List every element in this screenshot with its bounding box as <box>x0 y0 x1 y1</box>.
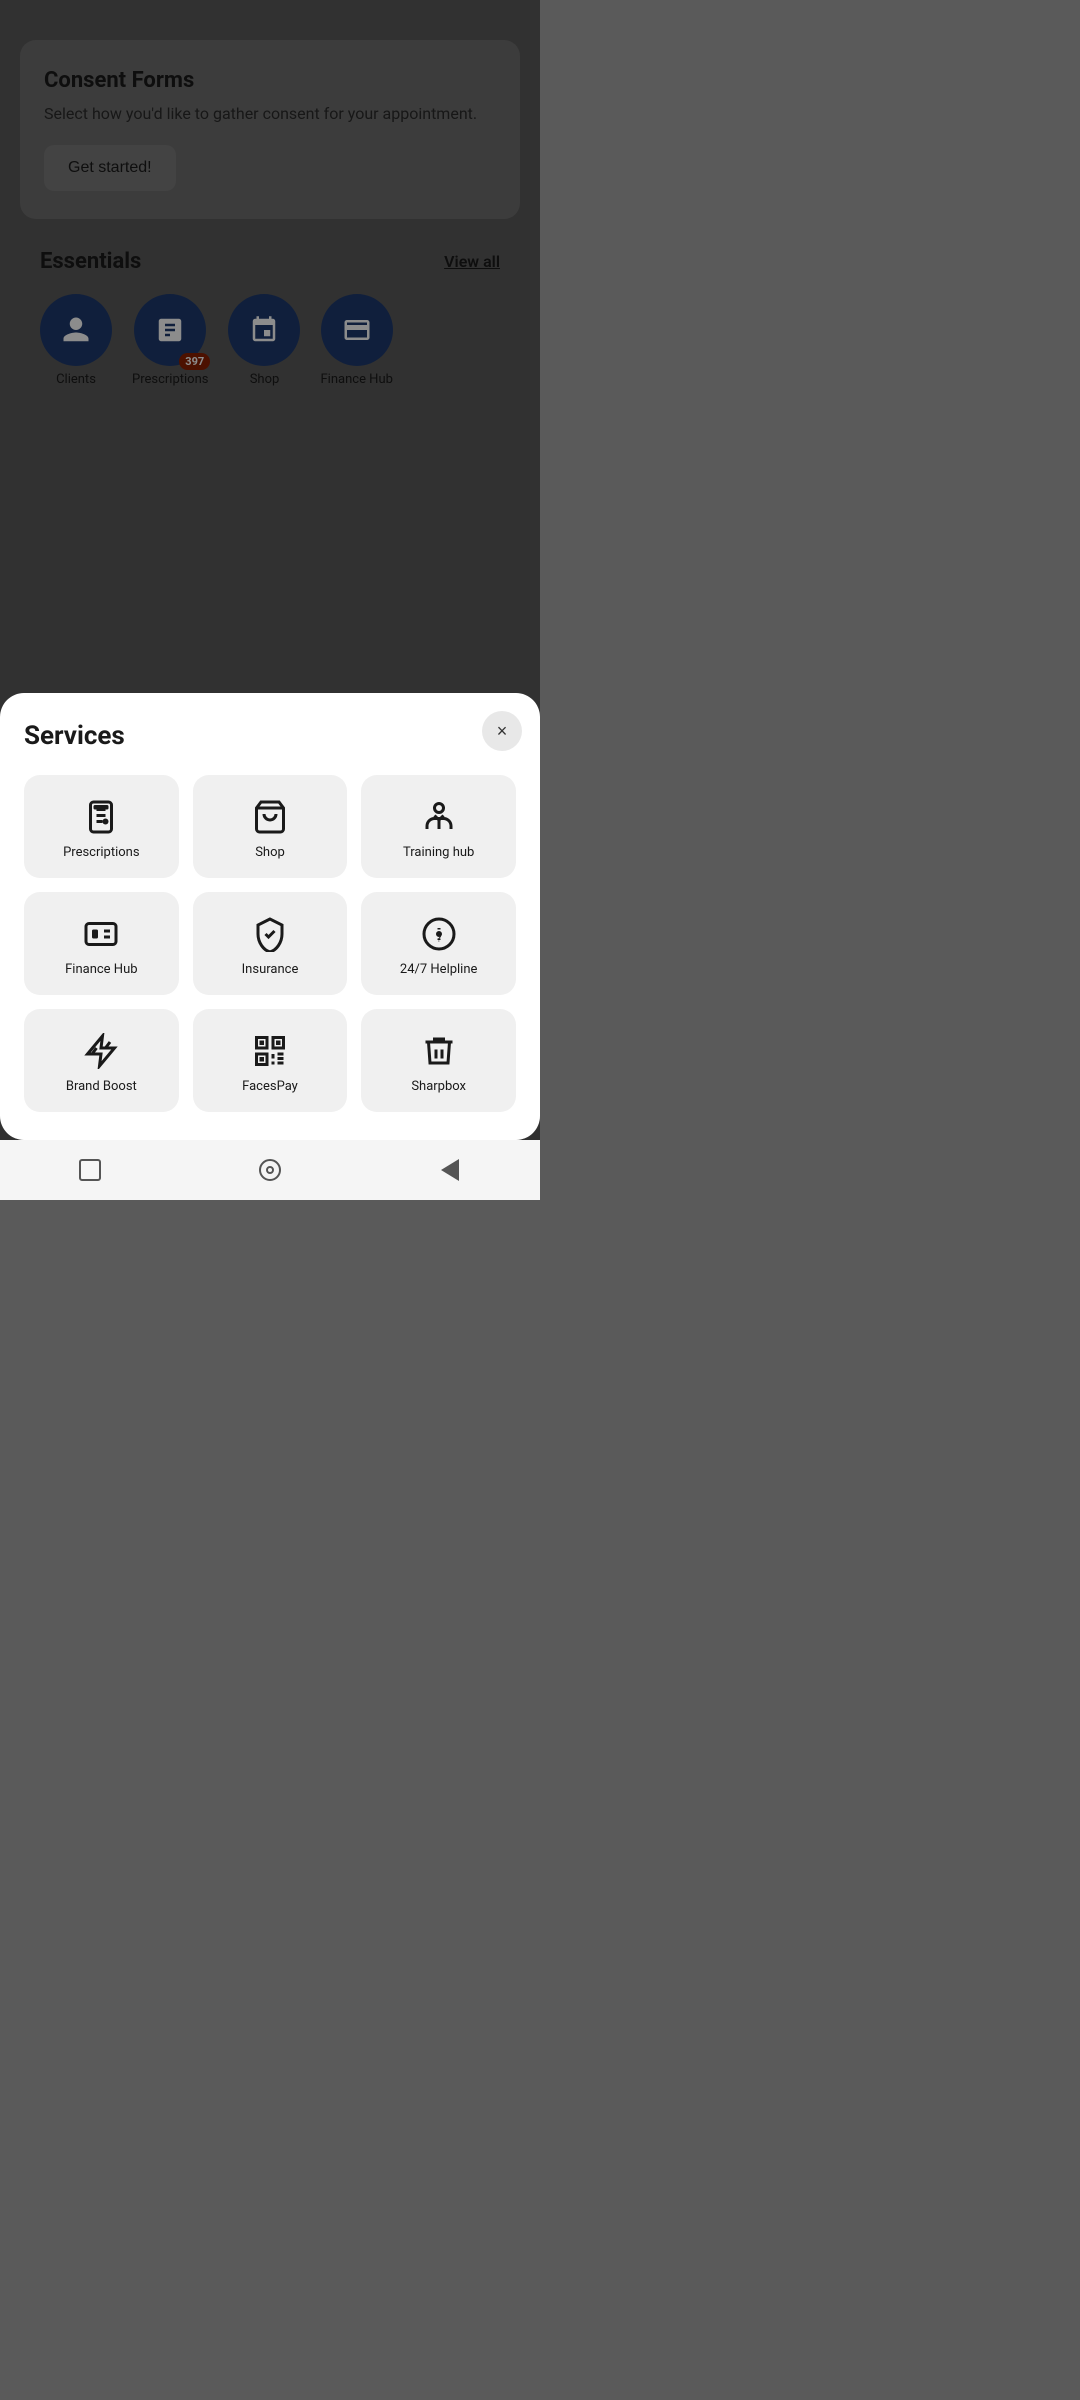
recent-apps-icon <box>79 1159 101 1181</box>
back-icon <box>441 1159 459 1181</box>
training-hub-service-label: Training hub <box>403 845 474 860</box>
prescriptions-service-label: Prescriptions <box>63 845 139 860</box>
finance-hub-service-label: Finance Hub <box>65 962 137 977</box>
sharpbox-service-label: Sharpbox <box>411 1079 466 1094</box>
close-icon: × <box>497 721 508 742</box>
navigation-bar <box>0 1140 540 1200</box>
home-icon-inner <box>266 1166 274 1174</box>
service-prescriptions[interactable]: Prescriptions <box>24 775 179 878</box>
helpline-service-icon: ? <box>421 916 457 952</box>
recent-apps-button[interactable] <box>70 1150 110 1190</box>
home-button[interactable] <box>250 1150 290 1190</box>
service-insurance[interactable]: Insurance <box>193 892 348 995</box>
training-hub-service-icon <box>421 799 457 835</box>
service-brand-boost[interactable]: Brand Boost <box>24 1009 179 1112</box>
svg-text:?: ? <box>436 932 441 945</box>
services-grid: Prescriptions Shop Training hub <box>24 775 516 1112</box>
brand-boost-service-label: Brand Boost <box>66 1079 137 1094</box>
service-facespay[interactable]: FacesPay <box>193 1009 348 1112</box>
prescriptions-service-icon <box>83 799 119 835</box>
insurance-service-label: Insurance <box>242 962 299 977</box>
service-training-hub[interactable]: Training hub <box>361 775 516 878</box>
shop-service-icon <box>252 799 288 835</box>
service-sharpbox[interactable]: Sharpbox <box>361 1009 516 1112</box>
home-icon <box>259 1159 281 1181</box>
insurance-service-icon <box>252 916 288 952</box>
sharpbox-service-icon <box>421 1033 457 1069</box>
finance-hub-service-icon <box>83 916 119 952</box>
close-modal-button[interactable]: × <box>482 711 522 751</box>
service-finance-hub[interactable]: Finance Hub <box>24 892 179 995</box>
back-button[interactable] <box>430 1150 470 1190</box>
services-modal: × Services Prescriptions Shop <box>0 693 540 1140</box>
service-helpline[interactable]: ? 24/7 Helpline <box>361 892 516 995</box>
facespay-service-label: FacesPay <box>242 1079 298 1094</box>
shop-service-label: Shop <box>255 845 285 860</box>
facespay-service-icon <box>252 1033 288 1069</box>
modal-title: Services <box>24 721 516 751</box>
helpline-service-label: 24/7 Helpline <box>400 962 478 977</box>
brand-boost-service-icon <box>83 1033 119 1069</box>
service-shop[interactable]: Shop <box>193 775 348 878</box>
